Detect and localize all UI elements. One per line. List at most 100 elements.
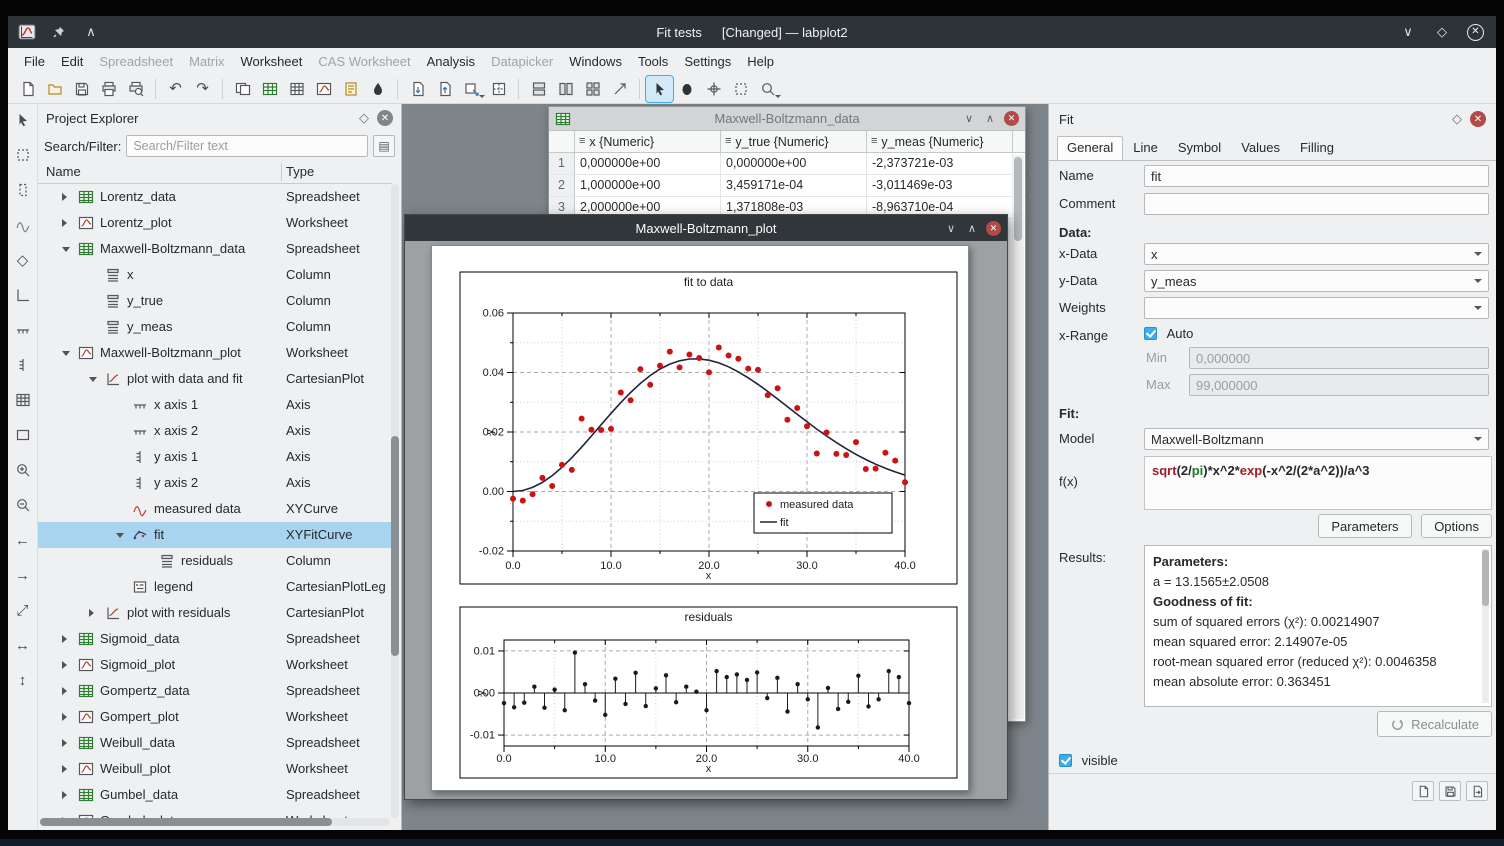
new-note-icon[interactable]: [337, 76, 364, 102]
zoom-select-region-icon[interactable]: [12, 145, 34, 165]
shape-tool-icon[interactable]: ◇: [12, 250, 34, 270]
maximize-diamond-icon[interactable]: ◇: [1433, 23, 1451, 41]
window-shade-icon[interactable]: ∨: [944, 222, 958, 235]
zoom-select-x-icon[interactable]: [12, 180, 34, 200]
tree-item-plot-with-data-and-fit[interactable]: plot with data and fitCartesianPlot: [38, 366, 392, 392]
column-header-name[interactable]: Name: [46, 164, 81, 179]
apply-template-icon[interactable]: [1466, 781, 1488, 801]
auto-scale-y-tool-icon[interactable]: ↕: [12, 670, 34, 690]
expander-closed-icon[interactable]: [62, 791, 67, 799]
tab-line[interactable]: Line: [1123, 136, 1168, 160]
tree-item-legend[interactable]: legendCartesianPlotLegend: [38, 574, 392, 600]
expander-closed-icon[interactable]: [62, 765, 67, 773]
grid-layout-icon[interactable]: [579, 76, 606, 102]
cell[interactable]: 3,459171e-04: [721, 175, 867, 196]
undo-icon[interactable]: ↶: [162, 76, 189, 102]
options-button[interactable]: Options: [1421, 514, 1492, 538]
navigate-mode-icon[interactable]: [12, 110, 34, 130]
formula-editor[interactable]: sqrt(2/pi)*x^2*exp(-x^2/(2*a^2))/a^3: [1144, 456, 1492, 510]
xdata-combobox[interactable]: x: [1144, 243, 1489, 265]
new-matrix-icon[interactable]: [283, 76, 310, 102]
break-layout-icon[interactable]: [606, 76, 633, 102]
comment-field[interactable]: [1144, 193, 1489, 215]
select-region-mode-icon[interactable]: [727, 76, 754, 102]
expander-closed-icon[interactable]: [62, 635, 67, 643]
plot-area-tool-icon[interactable]: [12, 425, 34, 445]
expander-closed-icon[interactable]: [89, 609, 94, 617]
worksheet-window-titlebar[interactable]: Maxwell-Boltzmann_plot ∨ ∧ ✕: [405, 215, 1007, 241]
ydata-combobox[interactable]: y_meas: [1144, 270, 1489, 292]
zoom-mode-icon[interactable]: [754, 76, 781, 102]
new-workbook-icon[interactable]: [229, 76, 256, 102]
cell[interactable]: -3,011469e-03: [867, 175, 1013, 196]
tree-item-sigmoid-data[interactable]: Sigmoid_dataSpreadsheet: [38, 626, 392, 652]
spreadsheet-table[interactable]: ≡x {Numeric}≡y_true {Numeric}≡y_meas {Nu…: [549, 131, 1025, 219]
auto-checkbox[interactable]: [1144, 327, 1157, 340]
worksheet-plots[interactable]: fit to data0.010.020.030.040.0-0.020.000…: [432, 246, 970, 792]
menu-analysis[interactable]: Analysis: [419, 50, 483, 73]
results-scrollbar[interactable]: [1482, 549, 1489, 703]
shift-right-tool-icon[interactable]: →: [12, 565, 34, 585]
worksheet-window[interactable]: Maxwell-Boltzmann_plot ∨ ∧ ✕ fit to data…: [404, 214, 1008, 800]
tab-filling[interactable]: Filling: [1290, 136, 1344, 160]
expander-open-icon[interactable]: [89, 377, 97, 382]
tree-item-plot-with-residuals[interactable]: plot with residualsCartesianPlot: [38, 600, 392, 626]
name-field[interactable]: [1144, 165, 1489, 187]
pan-mode-icon[interactable]: [673, 76, 700, 102]
cell[interactable]: 0,000000e+00: [721, 153, 867, 174]
zoom-in-tool-icon[interactable]: [12, 460, 34, 480]
expander-open-icon[interactable]: [62, 247, 70, 252]
expander-closed-icon[interactable]: [62, 219, 67, 227]
recalculate-button[interactable]: Recalculate: [1377, 711, 1492, 737]
snap-to-grid-icon[interactable]: [485, 76, 512, 102]
spreadsheet-window-titlebar[interactable]: Maxwell-Boltzmann_data ∨ ∧ ✕: [549, 107, 1025, 131]
model-combobox[interactable]: Maxwell-Boltzmann: [1144, 428, 1489, 450]
expander-closed-icon[interactable]: [62, 713, 67, 721]
column-header-x-numeric[interactable]: ≡x {Numeric}: [575, 131, 721, 152]
results-box[interactable]: Parameters:a = 13.1565±2.0508Goodness of…: [1144, 545, 1492, 707]
expander-open-icon[interactable]: [116, 533, 124, 538]
menu-tools[interactable]: Tools: [630, 50, 676, 73]
axis-x-tool-icon[interactable]: [12, 320, 34, 340]
window-shade-icon[interactable]: ∨: [962, 112, 976, 125]
tree-item-gumbel-plot[interactable]: Gumbel_plotWorksheet: [38, 808, 392, 818]
tree-item-maxwell-boltzmann-data[interactable]: Maxwell-Boltzmann_dataSpreadsheet: [38, 236, 392, 262]
column-header-type[interactable]: Type: [286, 164, 314, 179]
tree-item-weibull-plot[interactable]: Weibull_plotWorksheet: [38, 756, 392, 782]
tree-item-gompertz-data[interactable]: Gompertz_dataSpreadsheet: [38, 678, 392, 704]
auto-scale-x-tool-icon[interactable]: ↔: [12, 635, 34, 655]
tree-item-lorentz-data[interactable]: Lorentz_dataSpreadsheet: [38, 184, 392, 210]
axis-tool-icon[interactable]: [12, 285, 34, 305]
tree-item-sigmoid-plot[interactable]: Sigmoid_plotWorksheet: [38, 652, 392, 678]
cell[interactable]: -2,373721e-03: [867, 153, 1013, 174]
search-input[interactable]: [126, 135, 368, 157]
column-header-y-meas-numeric[interactable]: ≡y_meas {Numeric}: [867, 131, 1013, 152]
tree-item-maxwell-boltzmann-plot[interactable]: Maxwell-Boltzmann_plotWorksheet: [38, 340, 392, 366]
expander-closed-icon[interactable]: [62, 739, 67, 747]
tree-item-lorentz-plot[interactable]: Lorentz_plotWorksheet: [38, 210, 392, 236]
minimize-icon[interactable]: ∨: [1399, 23, 1417, 41]
new-worksheet-icon[interactable]: [310, 76, 337, 102]
tree-item-gumbel-data[interactable]: Gumbel_dataSpreadsheet: [38, 782, 392, 808]
load-template-icon[interactable]: [1412, 781, 1434, 801]
vertical-layout-icon[interactable]: [525, 76, 552, 102]
filter-options-icon[interactable]: ▤: [373, 135, 395, 157]
weights-combobox[interactable]: [1144, 297, 1489, 319]
tree-item-x[interactable]: xColumn: [38, 262, 392, 288]
expander-closed-icon[interactable]: [62, 193, 67, 201]
tree-item-gompert-plot[interactable]: Gompert_plotWorksheet: [38, 704, 392, 730]
menu-edit[interactable]: Edit: [53, 50, 91, 73]
tree-horizontal-scrollbar[interactable]: [40, 818, 390, 826]
shift-left-tool-icon[interactable]: ←: [12, 530, 34, 550]
new-datapicker-icon[interactable]: [364, 76, 391, 102]
menu-windows[interactable]: Windows: [561, 50, 630, 73]
tree-item-x-axis-2[interactable]: x axis 2Axis: [38, 418, 392, 444]
window-close-icon[interactable]: ✕: [1004, 111, 1019, 126]
close-panel-icon[interactable]: ✕: [377, 110, 393, 126]
close-window-icon[interactable]: ✕: [1467, 24, 1484, 41]
tree-item-weibull-data[interactable]: Weibull_dataSpreadsheet: [38, 730, 392, 756]
menu-help[interactable]: Help: [739, 50, 782, 73]
tree-column-headers[interactable]: Name Type: [38, 160, 392, 184]
tree-vertical-scrollbar[interactable]: [391, 184, 399, 818]
tab-values[interactable]: Values: [1231, 136, 1290, 160]
